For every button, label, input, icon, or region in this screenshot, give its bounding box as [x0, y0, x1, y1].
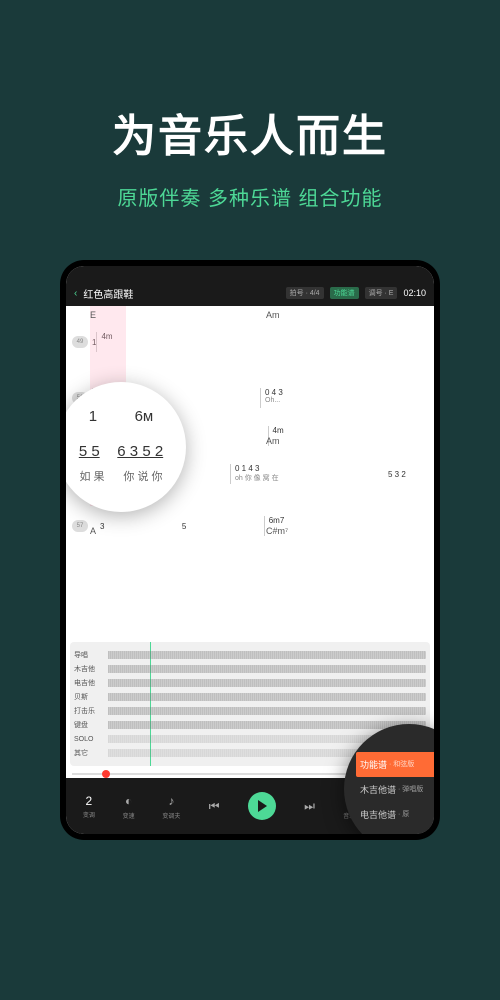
- magnifier-overlay: 1 6ᴍ 5 5 6 3 5 2 如 果 你 说 你: [66, 382, 186, 512]
- app-screen: ‹ 红色高跟鞋 拍号 · 4/4 功能谱 调号 · E 02:10 E Am 4…: [66, 266, 434, 834]
- mag-note: 6 3 5 2: [117, 443, 163, 460]
- mag-lyric: 如 果: [79, 468, 104, 484]
- time-display: 02:10: [403, 288, 426, 298]
- track-name[interactable]: 电吉他: [74, 678, 104, 688]
- play-button[interactable]: [248, 792, 276, 820]
- tag-time-signature[interactable]: 拍号 · 4/4: [286, 287, 324, 299]
- waveform[interactable]: [108, 707, 426, 715]
- notation: 0 1 4 3: [235, 464, 388, 473]
- chord-label: A: [90, 526, 96, 536]
- chord-label: 4m: [273, 426, 284, 435]
- waveform[interactable]: [108, 693, 426, 701]
- skip-forward-icon: ⏭: [302, 798, 318, 814]
- tablet-frame: ‹ 红色高跟鞋 拍号 · 4/4 功能谱 调号 · E 02:10 E Am 4…: [60, 260, 440, 840]
- mag-note: 5 5: [79, 443, 100, 460]
- popup-option-acoustic[interactable]: 木吉他谱· 弹唱版: [356, 777, 434, 802]
- chord-label: E: [90, 310, 96, 320]
- notation: 5 3 2: [388, 470, 428, 479]
- gauge-icon: ◐: [121, 793, 137, 809]
- skip-back-icon: ⏮: [206, 798, 222, 814]
- track-name[interactable]: 木吉他: [74, 664, 104, 674]
- prev-button[interactable]: ⏮: [206, 798, 222, 814]
- tune-control[interactable]: ♪ 变调夫: [162, 793, 180, 820]
- progress-handle[interactable]: [102, 770, 110, 778]
- track-name[interactable]: 导唱: [74, 650, 104, 660]
- chord-label: Am: [266, 310, 280, 320]
- track-name[interactable]: 其它: [74, 748, 104, 758]
- lyric: oh 你 像 窝 在: [235, 473, 388, 483]
- bar-number: 49: [72, 336, 88, 348]
- tag-score-type[interactable]: 功能谱: [330, 287, 359, 299]
- chord-label: 6m7: [269, 516, 285, 525]
- waveform[interactable]: [108, 721, 426, 729]
- chord-label: C#m⁷: [266, 526, 288, 536]
- back-button[interactable]: ‹: [74, 288, 77, 299]
- track-name[interactable]: 打击乐: [74, 706, 104, 716]
- waveform[interactable]: [108, 679, 426, 687]
- transpose-control[interactable]: 2 变调: [83, 794, 95, 819]
- track-playhead[interactable]: [150, 642, 151, 766]
- track-name[interactable]: 贝斯: [74, 692, 104, 702]
- mag-lyric: 你 说 你: [123, 468, 162, 484]
- tag-key[interactable]: 调号 · E: [365, 287, 398, 299]
- sheet-music-area[interactable]: E Am 49 1 4m 51 4 3 2 1 1 Ah... 0 4 3 Oh…: [66, 306, 434, 642]
- song-title: 红色高跟鞋: [83, 286, 279, 301]
- hero-title: 为音乐人而生: [0, 100, 500, 164]
- waveform[interactable]: [108, 651, 426, 659]
- notation: 0 4 3: [265, 388, 428, 397]
- mag-note: 1: [89, 408, 97, 425]
- popup-option-function[interactable]: 功能谱· 和弦版: [356, 752, 434, 777]
- popup-option-electric[interactable]: 电吉他谱· 原: [356, 802, 434, 827]
- tune-icon: ♪: [163, 793, 179, 809]
- app-header: ‹ 红色高跟鞋 拍号 · 4/4 功能谱 调号 · E 02:10: [66, 280, 434, 306]
- mag-note: 6ᴍ: [135, 408, 154, 425]
- next-button[interactable]: ⏭: [302, 798, 318, 814]
- status-bar: [66, 266, 434, 280]
- notation: 5: [104, 522, 263, 531]
- waveform[interactable]: [108, 665, 426, 673]
- track-name[interactable]: SOLO: [74, 736, 104, 743]
- hero-subtitle: 原版伴奏 多种乐谱 组合功能: [0, 182, 500, 211]
- bar-number: 57: [72, 520, 88, 532]
- lyric: Oh...: [265, 397, 428, 404]
- tempo-control[interactable]: ◐ 变速: [121, 793, 137, 820]
- chord-label: Am: [266, 436, 280, 446]
- track-name[interactable]: 键盘: [74, 720, 104, 730]
